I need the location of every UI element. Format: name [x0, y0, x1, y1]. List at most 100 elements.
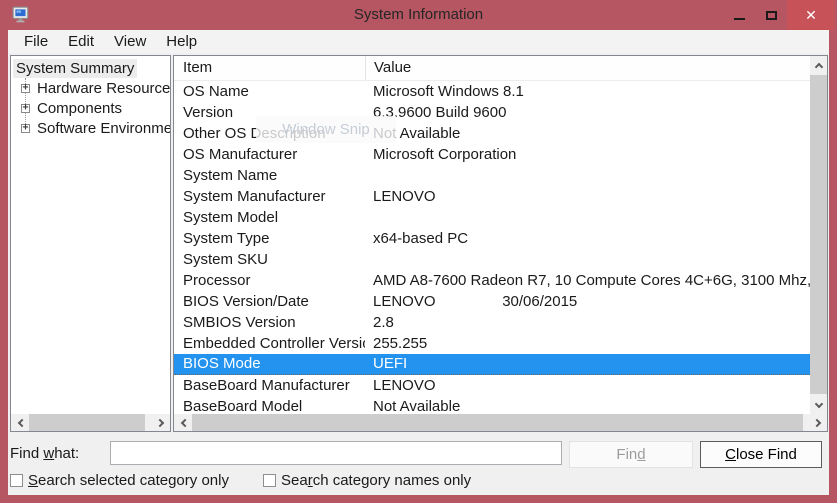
tree-item-label: Components — [34, 99, 125, 118]
row-value-cell: UEFI — [365, 354, 810, 374]
table-row[interactable]: System ManufacturerLENOVO — [174, 186, 810, 207]
checkbox-label: Search category names only — [281, 472, 471, 489]
menu-item-help[interactable]: Help — [156, 30, 207, 53]
button-text: lose Find — [736, 446, 797, 463]
expand-plus-icon[interactable] — [21, 84, 30, 93]
scroll-down-button[interactable] — [810, 397, 827, 414]
row-item-cell: System Manufacturer — [174, 186, 365, 207]
row-item-cell: System SKU — [174, 249, 365, 270]
table-row[interactable]: System Typex64-based PC — [174, 228, 810, 249]
table-row[interactable]: SMBIOS Version2.8 — [174, 312, 810, 333]
close-find-button[interactable]: Close Find — [700, 441, 822, 468]
chevron-down-icon — [814, 399, 822, 407]
row-value-cell: x64-based PC — [365, 228, 810, 249]
row-item-cell: SMBIOS Version — [174, 312, 365, 333]
row-value-cell — [365, 207, 810, 228]
button-text: Fin — [616, 446, 637, 463]
table-row[interactable]: BIOS ModeUEFI — [174, 354, 810, 375]
window-controls: ✕ — [723, 0, 835, 30]
find-what-input[interactable] — [110, 441, 562, 465]
table-row[interactable]: System Name — [174, 165, 810, 186]
maximize-button[interactable] — [755, 0, 787, 30]
row-value-cell: AMD A8-7600 Radeon R7, 10 Compute Cores … — [365, 270, 810, 291]
find-what-label: Find what: — [10, 445, 79, 462]
tree-item-label: System Summary — [13, 59, 137, 78]
table-vscroll-thumb[interactable] — [810, 75, 827, 394]
titlebar[interactable]: System Information ✕ — [0, 0, 837, 30]
table-row[interactable]: Embedded Controller Version255.255 — [174, 333, 810, 354]
tree-hscroll-thumb[interactable] — [29, 414, 145, 431]
tree-item-hardware-resources[interactable]: Hardware Resources — [11, 78, 170, 98]
table-hscroll-thumb[interactable] — [192, 414, 803, 431]
table-row[interactable]: BaseBoard ManufacturerLENOVO — [174, 375, 810, 396]
chevron-left-icon — [180, 418, 188, 426]
window-title: System Information — [0, 0, 837, 30]
scroll-up-button[interactable] — [810, 56, 827, 73]
table-row[interactable]: BIOS Version/DateLENOVO 30/06/2015 — [174, 291, 810, 312]
menu-item-file[interactable]: File — [14, 30, 58, 53]
close-button[interactable]: ✕ — [787, 0, 835, 30]
label-accelerator: S — [28, 472, 38, 489]
menu-item-edit[interactable]: Edit — [58, 30, 104, 53]
table-vertical-scrollbar[interactable] — [810, 56, 827, 414]
tree-item-system-summary[interactable]: System Summary — [11, 58, 170, 78]
row-value-cell: 255.255 — [365, 333, 810, 354]
table-header: Item Value — [174, 56, 810, 81]
table-row[interactable]: OS ManufacturerMicrosoft Corporation — [174, 144, 810, 165]
search-selected-category-option: Search selected category only — [10, 472, 229, 489]
table-row[interactable]: System Model — [174, 207, 810, 228]
row-item-cell: BIOS Mode — [174, 354, 365, 374]
expand-plus-icon[interactable] — [21, 124, 30, 133]
table-row[interactable]: OS NameMicrosoft Windows 8.1 — [174, 81, 810, 102]
category-tree: System SummaryHardware ResourcesComponen… — [11, 58, 170, 138]
chevron-right-icon — [155, 418, 163, 426]
label-text: hat: — [54, 445, 79, 462]
row-value-cell — [365, 165, 810, 186]
window-snip-ghost-overlay: Window Snip — [256, 116, 396, 143]
row-value-cell — [365, 249, 810, 270]
label-text: ch category names only — [313, 472, 471, 489]
column-header-value[interactable]: Value — [365, 56, 810, 80]
row-item-cell: BIOS Version/Date — [174, 291, 365, 312]
minimize-icon — [734, 18, 745, 20]
row-value-cell: LENOVO 30/06/2015 — [365, 291, 810, 312]
row-value-cell: LENOVO — [365, 186, 810, 207]
search-selected-category-checkbox[interactable] — [10, 474, 23, 487]
table-row[interactable]: System SKU — [174, 249, 810, 270]
row-item-cell: OS Name — [174, 81, 365, 102]
system-information-window: System Information ✕ FileEditViewHelp Sy… — [0, 0, 837, 503]
table-horizontal-scrollbar[interactable] — [174, 414, 827, 431]
column-header-item[interactable]: Item — [174, 56, 365, 80]
label-text: earch selected category only — [38, 472, 229, 489]
row-item-cell: System Name — [174, 165, 365, 186]
find-button[interactable]: Find — [569, 441, 693, 468]
minimize-button[interactable] — [723, 0, 755, 30]
tree-item-software-environment[interactable]: Software Environment — [11, 118, 170, 138]
row-value-cell: Not Available — [365, 123, 810, 144]
close-icon: ✕ — [805, 8, 817, 22]
tree-item-label: Hardware Resources — [34, 79, 170, 98]
scroll-right-button[interactable] — [810, 414, 827, 431]
scroll-right-button[interactable] — [153, 414, 170, 431]
system-summary-table-panel: Item Value OS NameMicrosoft Windows 8.1V… — [173, 55, 828, 432]
maximize-icon — [766, 11, 777, 20]
row-item-cell: Processor — [174, 270, 365, 291]
scroll-left-button[interactable] — [174, 414, 191, 431]
checkbox-label: Search selected category only — [28, 472, 229, 489]
row-item-cell: OS Manufacturer — [174, 144, 365, 165]
table-row[interactable]: BaseBoard ModelNot Available — [174, 396, 810, 414]
scroll-left-button[interactable] — [11, 414, 28, 431]
tree-item-components[interactable]: Components — [11, 98, 170, 118]
row-value-cell: Microsoft Windows 8.1 — [365, 81, 810, 102]
search-category-names-checkbox[interactable] — [263, 474, 276, 487]
row-item-cell: BaseBoard Manufacturer — [174, 375, 365, 396]
chevron-left-icon — [17, 418, 25, 426]
tree-horizontal-scrollbar[interactable] — [11, 414, 170, 431]
menu-item-view[interactable]: View — [104, 30, 156, 53]
chevron-right-icon — [812, 418, 820, 426]
row-value-cell: Microsoft Corporation — [365, 144, 810, 165]
expand-plus-icon[interactable] — [21, 104, 30, 113]
table-row[interactable]: ProcessorAMD A8-7600 Radeon R7, 10 Compu… — [174, 270, 810, 291]
row-item-cell: Embedded Controller Version — [174, 333, 365, 354]
tree-item-label: Software Environment — [34, 119, 170, 138]
